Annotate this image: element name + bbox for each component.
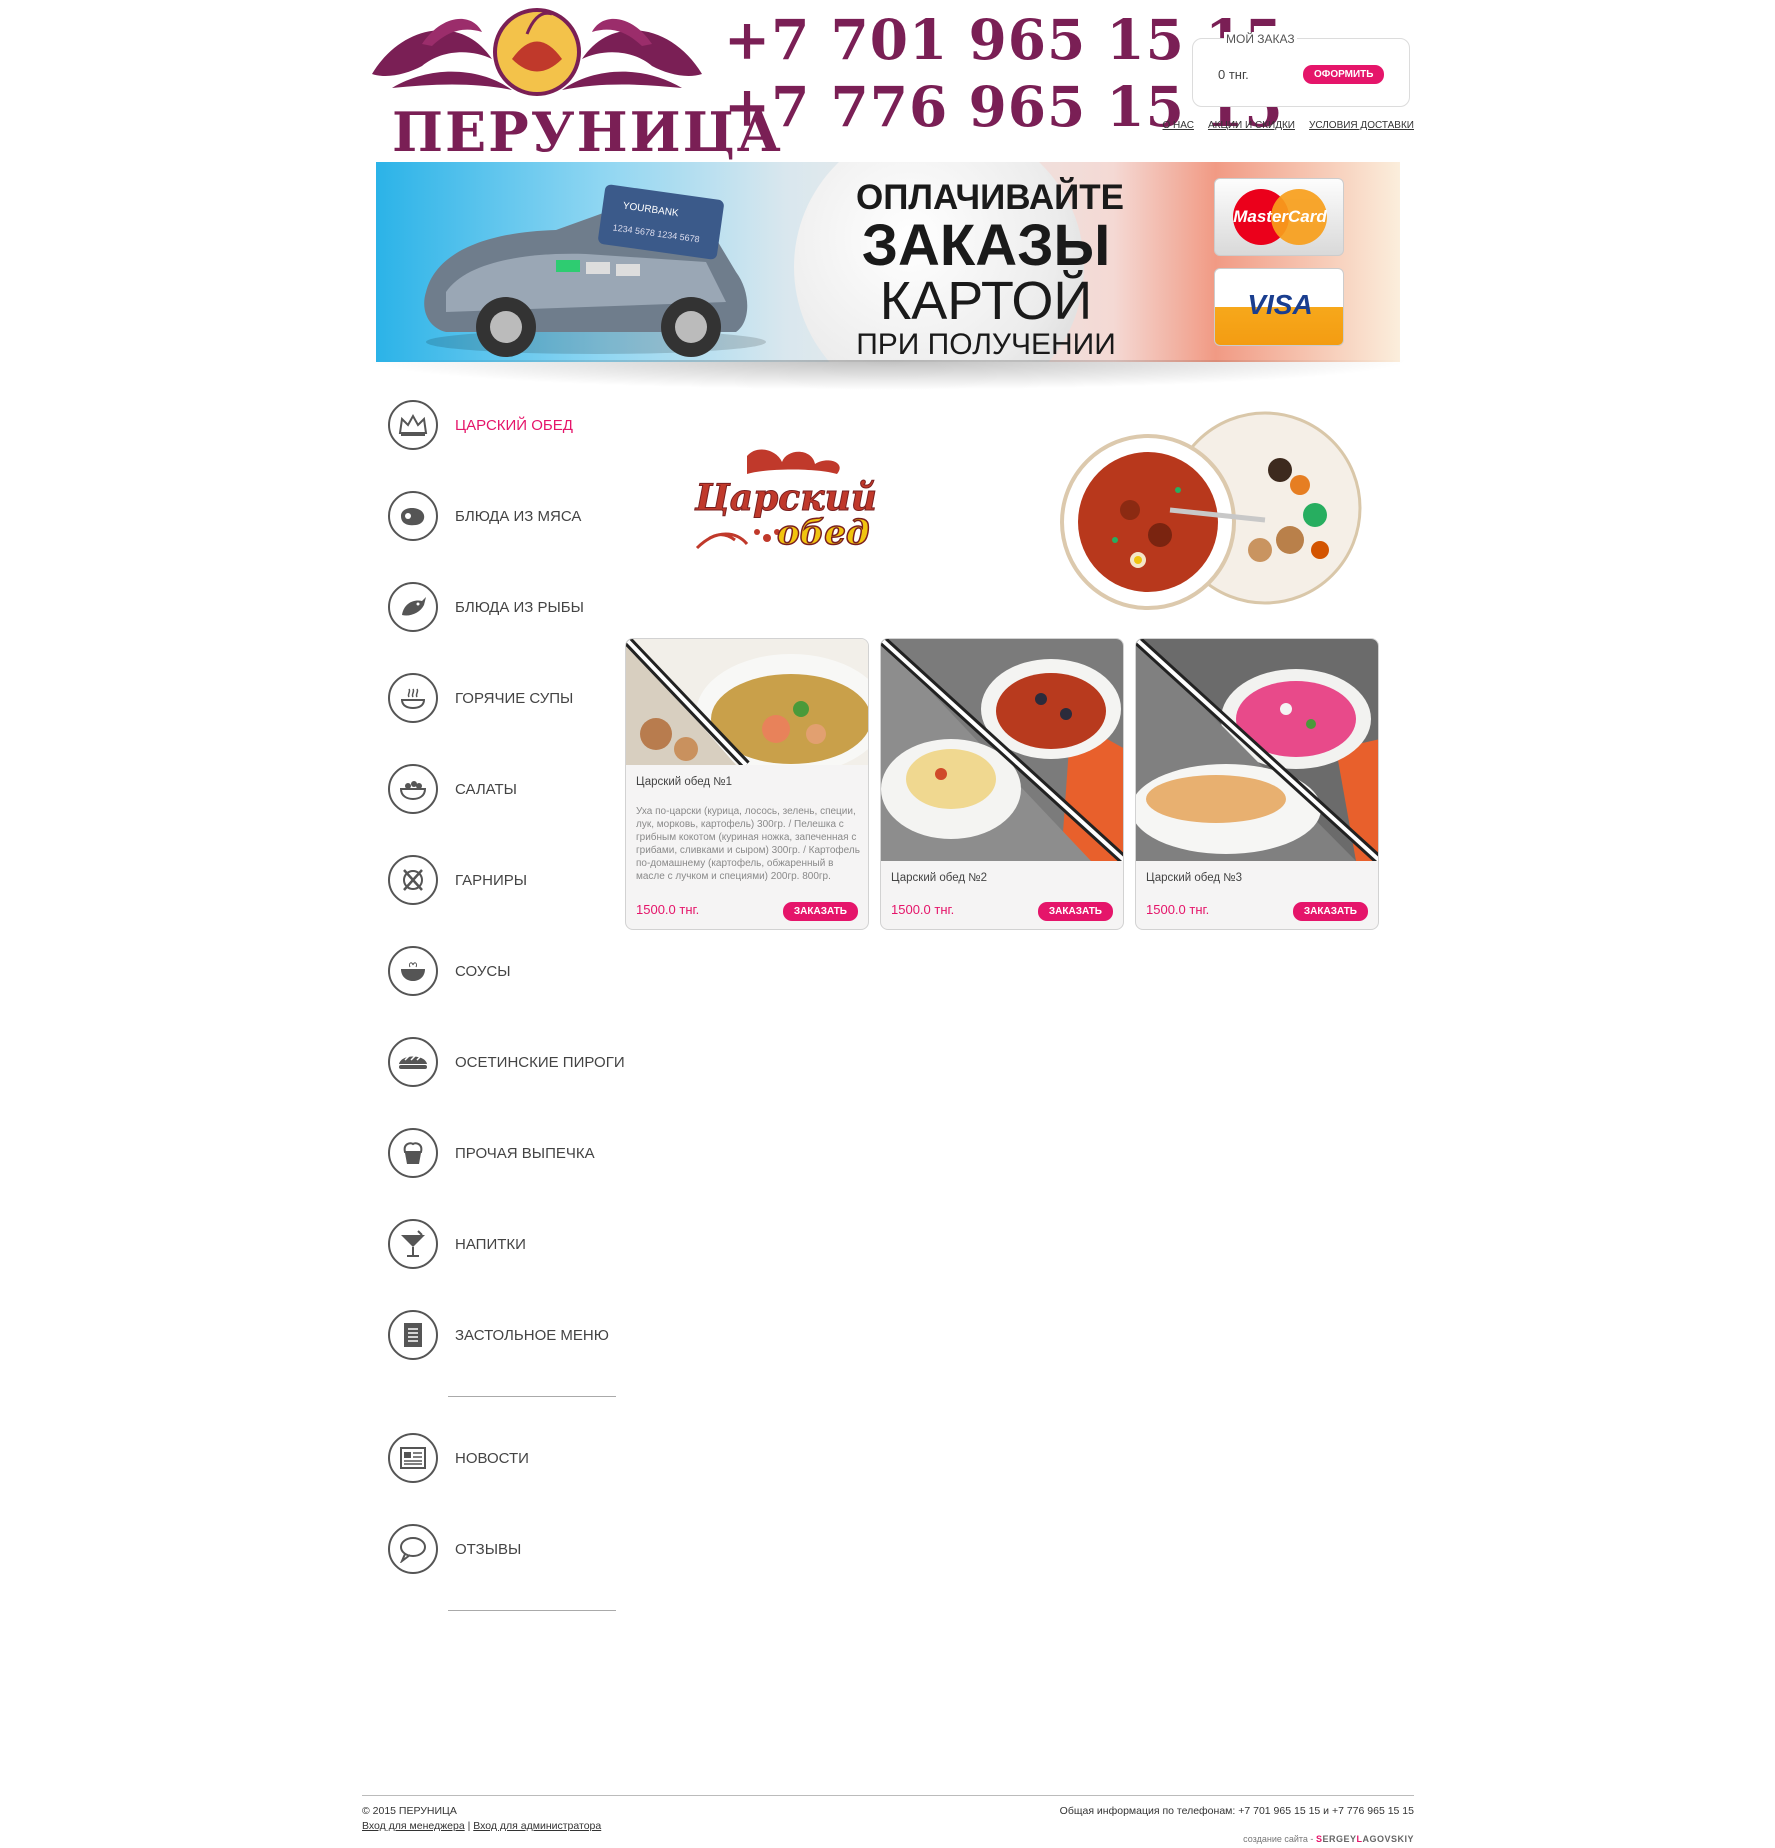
card-reader-car-image: YOURBANK 1234 5678 1234 5678 [424, 184, 766, 357]
sidebar-item-sauces[interactable]: СОУСЫ [388, 946, 628, 996]
nav-delivery-link[interactable]: УСЛОВИЯ ДОСТАВКИ [1309, 120, 1414, 131]
logo-ornament [372, 8, 702, 96]
visa-logo: VISA [1214, 268, 1344, 346]
manager-login-link[interactable]: Вход для менеджера [362, 1820, 465, 1832]
site-logo[interactable]: ПЕРУНИЦА [362, 4, 781, 164]
product-description: Уха по-царски (курица, лосось, зелень, с… [636, 806, 860, 882]
news-icon [388, 1433, 438, 1483]
cupcake-icon [388, 1128, 438, 1178]
sidebar-item-reviews[interactable]: ОТЗЫВЫ [388, 1524, 628, 1574]
sidebar-item-tsarsky-obed[interactable]: ЦАРСКИЙ ОБЕД [388, 400, 628, 450]
order-widget: 0 тнг. ОФОРМИТЬ [1192, 38, 1410, 107]
tsarsky-obed-logo: Царский обед [694, 449, 877, 554]
footer-credit[interactable]: создание сайта - SERGEYLAGOVSKIY [1243, 1834, 1414, 1844]
chat-icon [388, 1524, 438, 1574]
sidebar-item-soups[interactable]: ГОРЯЧИЕ СУПЫ [388, 673, 628, 723]
product-name: Царский обед №3 [1146, 872, 1243, 884]
sidebar-item-label: ОТЗЫВЫ [455, 1540, 522, 1558]
product-price: 1500.0 тнг. [1146, 902, 1210, 917]
product-photo [626, 639, 868, 765]
order-button[interactable]: ЗАКАЗАТЬ [1037, 902, 1113, 921]
visa-text: VISA [1247, 289, 1313, 320]
footer-copyright: © 2015 ПЕРУНИЦА [362, 1805, 457, 1817]
sidebar-divider [448, 1396, 616, 1397]
crown-icon [388, 400, 438, 450]
banner-shadow [362, 360, 1414, 390]
top-nav: О НАС АКЦИИ И СКИДКИ УСЛОВИЯ ДОСТАВКИ [1162, 120, 1415, 131]
nav-promotions-link[interactable]: АКЦИИ И СКИДКИ [1208, 120, 1295, 131]
sidebar-divider [448, 1610, 616, 1611]
sidebar-item-label: НОВОСТИ [455, 1449, 529, 1467]
sidebar-item-meat[interactable]: БЛЮДА ИЗ МЯСА [388, 491, 628, 541]
order-button[interactable]: ЗАКАЗАТЬ [782, 902, 858, 921]
banner-line-1: ОПЛАЧИВАЙТЕ [856, 178, 1124, 217]
sidebar-item-label: ЗАСТОЛЬНОЕ МЕНЮ [455, 1326, 609, 1344]
sidebar-item-ossetian-pies[interactable]: ОСЕТИНСКИЕ ПИРОГИ [388, 1037, 628, 1087]
product-card[interactable]: Царский обед №2 1500.0 тнг. ЗАКАЗАТЬ [880, 638, 1124, 930]
sidebar-item-label: БЛЮДА ИЗ РЫБЫ [455, 598, 584, 616]
sidebar-item-label: ГОРЯЧИЕ СУПЫ [455, 689, 574, 707]
sidebar-item-news[interactable]: НОВОСТИ [388, 1433, 628, 1483]
sidebar-item-banquet-menu[interactable]: ЗАСТОЛЬНОЕ МЕНЮ [388, 1310, 628, 1360]
sidebar-item-drinks[interactable]: НАПИТКИ [388, 1219, 628, 1269]
footer-link-separator: | [467, 1820, 471, 1832]
banner-line-4: ПРИ ПОЛУЧЕНИИ [856, 328, 1116, 361]
sidebar-item-fish[interactable]: БЛЮДА ИЗ РЫБЫ [388, 582, 628, 632]
fish-icon [388, 582, 438, 632]
banner-line-2: ЗАКАЗЫ [861, 213, 1111, 278]
logo-text: ПЕРУНИЦА [392, 100, 783, 164]
sidebar-item-label: ЦАРСКИЙ ОБЕД [455, 416, 573, 434]
sidebar-item-label: САЛАТЫ [455, 780, 517, 798]
admin-login-link[interactable]: Вход для администратора [473, 1820, 601, 1832]
sidebar-item-label: НАПИТКИ [455, 1235, 526, 1253]
sidebar-item-label: ОСЕТИНСКИЕ ПИРОГИ [455, 1053, 625, 1071]
product-card[interactable]: Царский обед №1 Уха по-царски (курица, л… [625, 638, 869, 930]
sidebar-item-salads[interactable]: САЛАТЫ [388, 764, 628, 814]
order-button[interactable]: ЗАКАЗАТЬ [1292, 902, 1368, 921]
sauce-icon [388, 946, 438, 996]
product-card[interactable]: Царский обед №3 1500.0 тнг. ЗАКАЗАТЬ [1135, 638, 1379, 930]
product-name: Царский обед №1 [636, 776, 733, 788]
category-logo-line2: обед [777, 513, 870, 553]
soup-icon [388, 673, 438, 723]
banner-text: ОПЛАЧИВАЙТЕ ЗАКАЗЫ КАРТОЙ ПРИ ПОЛУЧЕНИИ [856, 178, 1124, 362]
mastercard-logo: MasterCard [1214, 178, 1344, 256]
footer-contact-info: Общая информация по телефонам: +7 701 96… [1059, 1805, 1414, 1817]
sidebar-item-label: ПРОЧАЯ ВЫПЕЧКА [455, 1144, 595, 1162]
phone-1: +7 701 965 15 15 [724, 7, 1284, 72]
product-photo [1136, 639, 1378, 861]
cutlery-icon [388, 855, 438, 905]
pie-icon [388, 1037, 438, 1087]
product-price: 1500.0 тнг. [891, 902, 955, 917]
salad-icon [388, 764, 438, 814]
category-photo [1060, 411, 1362, 610]
phone-numbers: +7 701 965 15 15 +7 776 965 15 15 [724, 6, 1284, 140]
sidebar-item-label: БЛЮДА ИЗ МЯСА [455, 507, 582, 525]
sidebar-item-label: СОУСЫ [455, 962, 511, 980]
product-name: Царский обед №2 [891, 872, 988, 884]
credit-author-c: AGOVSKIY [1362, 1834, 1414, 1844]
order-title: МОЙ ЗАКАЗ [1224, 32, 1297, 46]
sidebar-item-pastry[interactable]: ПРОЧАЯ ВЫПЕЧКА [388, 1128, 628, 1178]
product-photo [881, 639, 1123, 861]
footer-links: Вход для менеджера | Вход для администра… [362, 1820, 601, 1832]
cocktail-icon [388, 1219, 438, 1269]
nav-about-link[interactable]: О НАС [1163, 120, 1194, 131]
mastercard-text: MasterCard [1233, 207, 1327, 226]
checkout-button[interactable]: ОФОРМИТЬ [1303, 65, 1385, 84]
order-total: 0 тнг. [1218, 67, 1249, 82]
product-price: 1500.0 тнг. [636, 902, 700, 917]
banner-line-3: КАРТОЙ [879, 271, 1093, 331]
sidebar-item-label: ГАРНИРЫ [455, 871, 528, 889]
credit-author: SERGEYLAGOVSKIY [1316, 1834, 1414, 1844]
promo-banner[interactable]: YOURBANK 1234 5678 1234 5678 ОПЛАЧИВАЙТЕ… [376, 162, 1400, 362]
sidebar-item-garnishes[interactable]: ГАРНИРЫ [388, 855, 628, 905]
credit-prefix: создание сайта - [1243, 1834, 1314, 1844]
menu-icon [388, 1310, 438, 1360]
page: ПЕРУНИЦА +7 701 965 15 15 +7 776 965 15 … [362, 0, 1414, 1848]
phone-2: +7 776 965 15 15 [724, 74, 1284, 139]
credit-author-a: ERGEY [1322, 1834, 1357, 1844]
footer-divider [362, 1795, 1414, 1796]
steak-icon [388, 491, 438, 541]
